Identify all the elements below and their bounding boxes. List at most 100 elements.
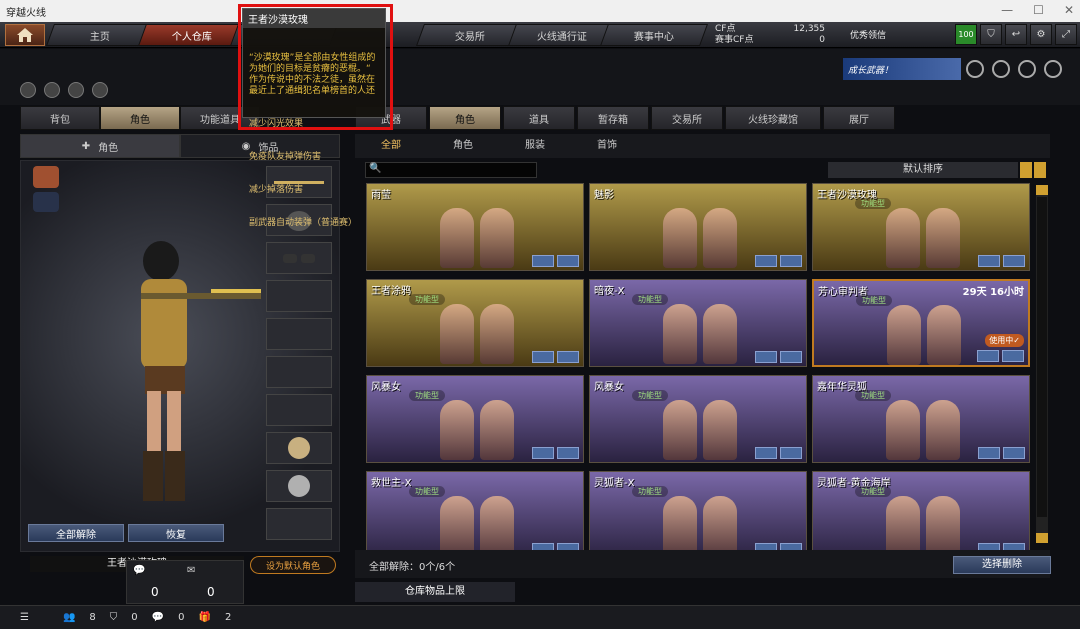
gear-icon[interactable]: ⚙	[1030, 24, 1052, 45]
squad-icon[interactable]	[68, 82, 84, 98]
equip-icon[interactable]	[977, 350, 999, 362]
equip-icon[interactable]	[532, 255, 554, 267]
character-card[interactable]: 灵狐者-黄金海岸 功能型	[812, 471, 1030, 559]
function-tag: 功能型	[855, 198, 891, 209]
tab-backpack[interactable]: 背包	[20, 106, 100, 130]
character-card[interactable]: 王者沙漠玫瑰 功能型	[812, 183, 1030, 271]
friends-icon[interactable]: 👥	[63, 612, 75, 623]
slot-empty-4[interactable]	[266, 394, 332, 426]
character-card[interactable]: 雨莹	[366, 183, 584, 271]
slot-empty-1[interactable]	[266, 280, 332, 312]
tab-gallery[interactable]: 展厅	[823, 106, 895, 130]
fullscreen-icon[interactable]: ⤢	[1055, 24, 1077, 45]
nav-tab-home[interactable]: 主页	[45, 24, 155, 46]
nav-tab-warehouse[interactable]: 个人仓库	[137, 24, 247, 46]
search-input[interactable]: 🔍	[365, 162, 537, 178]
filter-jewelry[interactable]: 首饰	[571, 134, 643, 158]
tab-storage[interactable]: 暂存箱	[577, 106, 649, 130]
search-icon[interactable]	[780, 351, 802, 363]
character-card[interactable]: 芳心审判者 功能型 29天 16小时 使用中✓	[812, 279, 1030, 367]
maximize-icon[interactable]: ☐	[1033, 3, 1044, 17]
equip-icon[interactable]	[532, 447, 554, 459]
scroll-thumb[interactable]	[1037, 197, 1047, 517]
search-icon[interactable]	[1003, 255, 1025, 267]
character-card[interactable]: 救世主-X 功能型	[366, 471, 584, 559]
chat-icon[interactable]: 💬	[133, 565, 145, 576]
scroll-up-icon[interactable]	[1036, 185, 1048, 195]
equip-icon[interactable]	[755, 255, 777, 267]
nav-tab-exchange[interactable]: 交易所	[415, 24, 525, 46]
target-icon[interactable]	[44, 82, 60, 98]
restore-button[interactable]: 恢复	[128, 524, 224, 542]
character-card[interactable]: 灵狐者-X 功能型	[589, 471, 807, 559]
emblem-icon-2[interactable]	[992, 60, 1010, 78]
equip-icon[interactable]	[978, 447, 1000, 459]
tab-characters[interactable]: 角色	[429, 106, 501, 130]
tab-exchange[interactable]: 交易所	[651, 106, 723, 130]
ranking-icon[interactable]	[20, 82, 36, 98]
chat-bubble-icon[interactable]: 💬	[152, 612, 164, 623]
emblem-icon-3[interactable]	[1018, 60, 1036, 78]
equip-icon[interactable]	[532, 351, 554, 363]
minimize-icon[interactable]: —	[1001, 3, 1013, 17]
equip-icon[interactable]	[978, 255, 1000, 267]
character-card[interactable]: 风暴女 功能型	[366, 375, 584, 463]
tab-items[interactable]: 道具	[503, 106, 575, 130]
in-use-badge: 使用中✓	[985, 334, 1024, 347]
emblem-icon-1[interactable]	[966, 60, 984, 78]
slot-empty-3[interactable]	[266, 356, 332, 388]
sort-down-icon[interactable]	[1034, 162, 1046, 178]
filter-character[interactable]: 角色	[427, 134, 499, 158]
gift-icon[interactable]: 🎁	[199, 612, 211, 623]
equip-icon[interactable]	[755, 447, 777, 459]
character-card[interactable]: 嘉年华灵狐 功能型	[812, 375, 1030, 463]
exit-icon[interactable]: ↩	[1005, 24, 1027, 45]
list-view-icon[interactable]	[1020, 162, 1032, 178]
search-icon[interactable]	[1002, 350, 1024, 362]
search-icon[interactable]	[557, 447, 579, 459]
close-icon[interactable]: ✕	[1064, 3, 1074, 17]
list-icon[interactable]: ☰	[20, 612, 29, 623]
shield-small-icon[interactable]: ⛉	[110, 612, 118, 623]
character-card[interactable]: 风暴女 功能型	[589, 375, 807, 463]
cf-value: 12,355	[793, 24, 826, 34]
search-icon[interactable]	[557, 351, 579, 363]
unequip-all-button[interactable]: 全部解除	[28, 524, 124, 542]
mail-count: 0	[207, 585, 215, 599]
nav-tab-events[interactable]: 赛事中心	[599, 24, 709, 46]
select-delete-button[interactable]: 选择删除	[953, 556, 1051, 574]
nav-tab-pass[interactable]: 火线通行证	[507, 24, 617, 46]
equip-icon[interactable]	[755, 351, 777, 363]
character-card[interactable]: 魅影	[589, 183, 807, 271]
alt-slot-badge[interactable]	[33, 192, 59, 212]
level-badge[interactable]: 100	[955, 24, 977, 45]
scrollbar[interactable]	[1036, 185, 1048, 543]
scroll-down-icon[interactable]	[1036, 533, 1048, 543]
tab-character[interactable]: 角色	[100, 106, 180, 130]
character-slot-badge[interactable]	[33, 166, 59, 188]
set-default-character-button[interactable]: 设为默认角色	[250, 556, 336, 574]
slot-pet-2[interactable]	[266, 470, 332, 502]
search-icon[interactable]	[780, 447, 802, 459]
subtab-character[interactable]: ✚ 角色	[20, 134, 180, 158]
character-card[interactable]: 王者涂鸦 功能型	[366, 279, 584, 367]
emblem-icon-4[interactable]	[1044, 60, 1062, 78]
slot-empty-5[interactable]	[266, 508, 332, 540]
filter-clothing[interactable]: 服装	[499, 134, 571, 158]
function-tag: 功能型	[632, 294, 668, 305]
search-icon[interactable]	[780, 255, 802, 267]
bag-icon[interactable]	[92, 82, 108, 98]
sort-dropdown[interactable]: 默认排序	[828, 162, 1018, 178]
shield-icon[interactable]: ⛉	[980, 24, 1002, 45]
vip-label[interactable]: 优秀领信	[850, 28, 886, 41]
mail-icon[interactable]: ✉	[187, 565, 195, 576]
search-icon[interactable]	[557, 255, 579, 267]
growth-weapon-banner[interactable]: 成长武器！	[843, 58, 961, 80]
slot-pet-1[interactable]	[266, 432, 332, 464]
character-card[interactable]: 暗夜-X 功能型	[589, 279, 807, 367]
home-button[interactable]	[5, 24, 45, 46]
storage-limit-button[interactable]: 仓库物品上限	[355, 582, 515, 602]
search-icon[interactable]	[1003, 447, 1025, 459]
slot-empty-2[interactable]	[266, 318, 332, 350]
tab-collection[interactable]: 火线珍藏馆	[725, 106, 821, 130]
